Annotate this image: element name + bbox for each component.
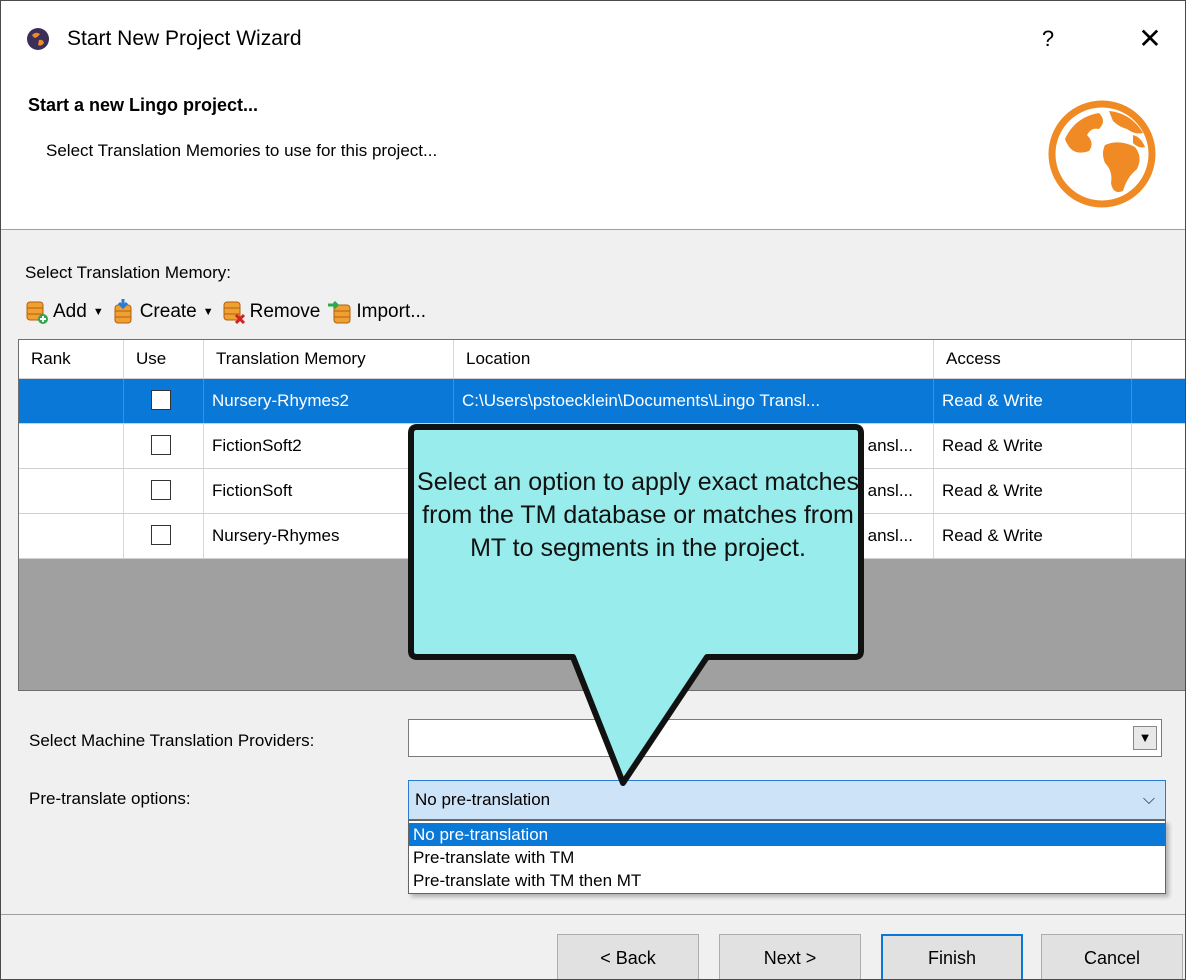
import-button[interactable]: Import... — [328, 299, 426, 325]
wizard-window: Start New Project Wizard ? ✕ Start a new… — [0, 0, 1186, 980]
col-location[interactable]: Location — [454, 340, 934, 378]
use-checkbox[interactable] — [151, 390, 171, 410]
create-button[interactable]: Create ▼ — [112, 299, 214, 325]
cancel-button[interactable]: Cancel — [1041, 934, 1183, 979]
rank-cell — [19, 379, 124, 423]
dropdown-arrow-icon[interactable]: ▼ — [1133, 726, 1157, 750]
rank-cell — [19, 424, 124, 468]
tm-name-cell: Nursery-Rhymes2 — [204, 379, 454, 423]
close-button[interactable]: ✕ — [1129, 19, 1171, 59]
chevron-down-icon: ⌵ — [1142, 791, 1155, 808]
option-pretranslate-tm-mt[interactable]: Pre-translate with TM then MT — [409, 869, 1165, 892]
tm-section-label: Select Translation Memory: — [25, 263, 231, 282]
access-cell: Read & Write — [934, 424, 1132, 468]
next-button[interactable]: Next > — [719, 934, 861, 979]
back-button[interactable]: < Back — [557, 934, 699, 979]
create-label: Create — [139, 301, 197, 322]
tm-toolbar: Add ▼ Create ▼ Remove Import... — [25, 297, 434, 327]
access-cell: Read & Write — [934, 379, 1132, 423]
col-rank[interactable]: Rank — [19, 340, 124, 378]
col-access[interactable]: Access — [934, 340, 1132, 378]
use-checkbox[interactable] — [151, 435, 171, 455]
import-database-icon — [328, 300, 351, 324]
access-cell: Read & Write — [934, 469, 1132, 513]
import-label: Import... — [356, 301, 427, 322]
globe-icon — [1048, 100, 1156, 208]
footer-divider — [1, 914, 1185, 915]
add-button[interactable]: Add ▼ — [25, 299, 104, 325]
access-cell: Read & Write — [934, 514, 1132, 558]
col-translation-memory[interactable]: Translation Memory — [204, 340, 454, 378]
pretranslate-dropdown: No pre-translation Pre-translate with TM… — [408, 820, 1166, 894]
col-use[interactable]: Use — [124, 340, 204, 378]
lingo-app-icon — [27, 28, 49, 50]
callout-text: Select an option to apply exact matches … — [417, 468, 859, 562]
use-checkbox[interactable] — [151, 480, 171, 500]
rank-cell — [19, 514, 124, 558]
mt-providers-label: Select Machine Translation Providers: — [29, 731, 315, 750]
option-pretranslate-tm[interactable]: Pre-translate with TM — [409, 846, 1165, 869]
finish-button[interactable]: Finish — [881, 934, 1023, 979]
rank-cell — [19, 469, 124, 513]
help-button[interactable]: ? — [1031, 21, 1065, 57]
remove-button[interactable]: Remove — [222, 299, 321, 325]
option-no-pretranslation[interactable]: No pre-translation — [409, 823, 1165, 846]
chevron-down-icon: ▼ — [92, 306, 104, 318]
remove-label: Remove — [249, 301, 321, 322]
tm-table-header: Rank Use Translation Memory Location Acc… — [19, 340, 1185, 379]
add-label: Add — [53, 301, 87, 322]
page-subtitle: Select Translation Memories to use for t… — [46, 141, 438, 160]
window-title: Start New Project Wizard — [67, 27, 302, 50]
use-checkbox[interactable] — [151, 525, 171, 545]
table-row[interactable]: Nursery-Rhymes2 C:\Users\pstoecklein\Doc… — [19, 379, 1185, 424]
page-title: Start a new Lingo project... — [28, 95, 259, 115]
wizard-header: Start a new Lingo project... Select Tran… — [1, 77, 1185, 230]
pretranslate-label: Pre-translate options: — [29, 789, 191, 808]
remove-database-icon — [223, 301, 245, 325]
location-cell: C:\Users\pstoecklein\Documents\Lingo Tra… — [454, 379, 934, 423]
create-database-icon — [114, 299, 132, 324]
chevron-down-icon: ▼ — [202, 306, 214, 318]
add-database-icon — [26, 301, 48, 324]
title-bar: Start New Project Wizard ? ✕ — [1, 1, 1185, 77]
